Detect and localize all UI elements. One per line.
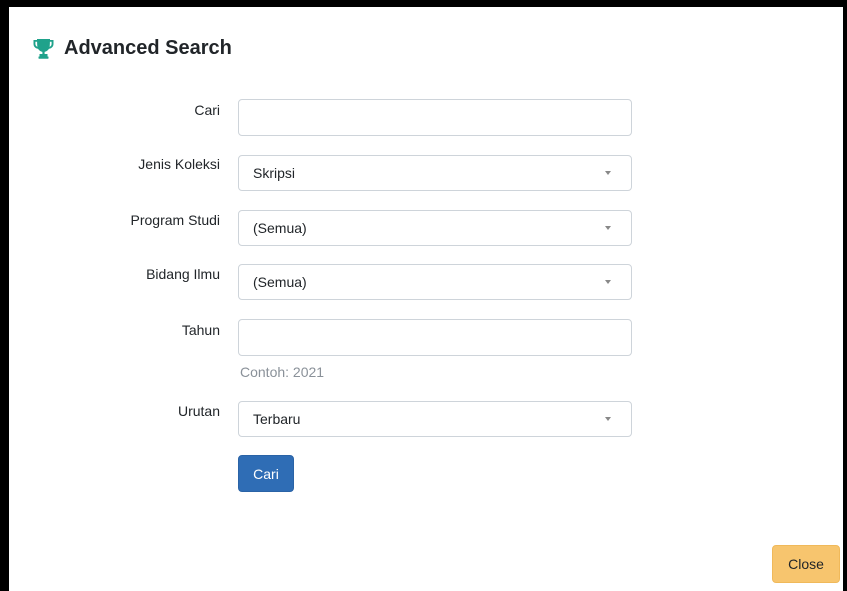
urutan-value: Terbaru	[253, 411, 301, 427]
window-border-right	[843, 0, 847, 591]
window-border-top	[0, 0, 847, 7]
cari-input[interactable]	[238, 99, 632, 136]
trophy-icon	[33, 39, 54, 59]
program-studi-value: (Semua)	[253, 220, 307, 236]
jenis-koleksi-value: Skripsi	[253, 165, 296, 181]
bidang-ilmu-value: (Semua)	[253, 274, 307, 290]
urutan-label: Urutan	[177, 403, 220, 419]
chevron-down-icon	[605, 226, 611, 230]
tahun-label: Tahun	[181, 322, 220, 338]
program-studi-select[interactable]: (Semua)	[238, 210, 632, 246]
cari-label: Cari	[194, 102, 220, 118]
advanced-search-modal: Advanced Search Cari Jenis Koleksi Skrip…	[0, 0, 847, 591]
modal-header: Advanced Search	[33, 34, 232, 62]
bidang-ilmu-label: Bidang Ilmu	[146, 266, 220, 282]
jenis-koleksi-select[interactable]: Skripsi	[238, 155, 632, 191]
chevron-down-icon	[605, 280, 611, 284]
tahun-input[interactable]	[238, 319, 632, 356]
cari-button[interactable]: Cari	[238, 455, 294, 492]
program-studi-label: Program Studi	[130, 212, 220, 228]
modal-title: Advanced Search	[64, 36, 232, 59]
urutan-select[interactable]: Terbaru	[238, 401, 632, 437]
jenis-koleksi-label: Jenis Koleksi	[138, 156, 220, 172]
bidang-ilmu-select[interactable]: (Semua)	[238, 264, 632, 300]
close-button[interactable]: Close	[772, 545, 840, 583]
chevron-down-icon	[605, 171, 611, 175]
chevron-down-icon	[605, 417, 611, 421]
window-border-left	[0, 0, 9, 591]
tahun-help-text: Contoh: 2021	[240, 364, 325, 380]
